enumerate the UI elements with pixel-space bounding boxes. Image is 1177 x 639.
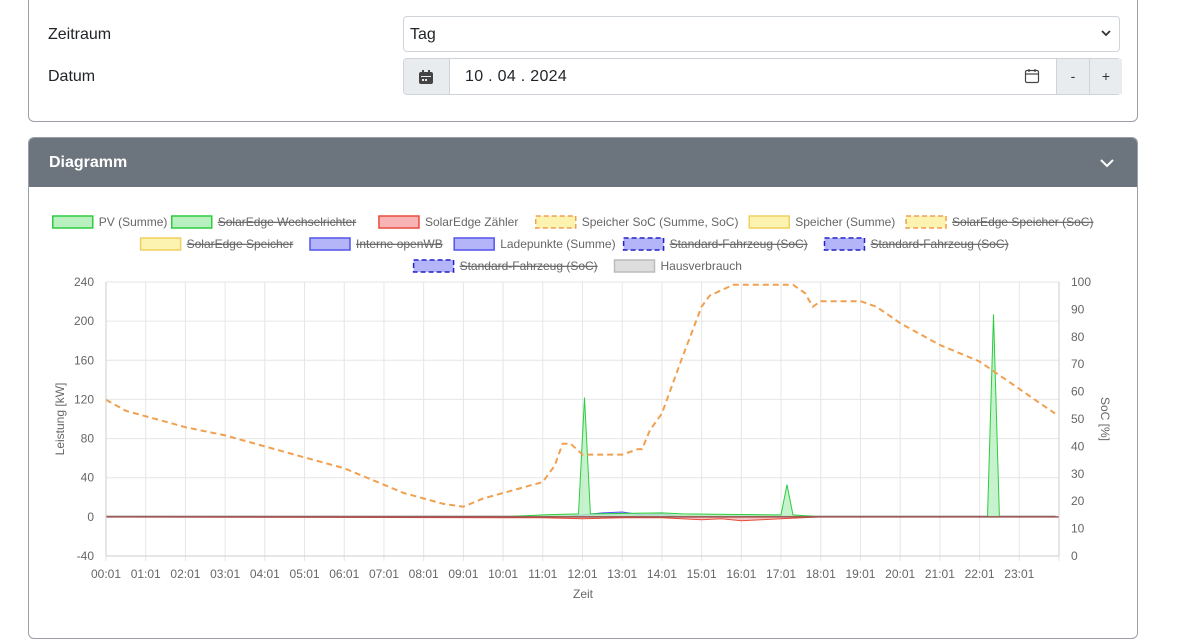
y-tick-label: 120 [74,392,94,406]
y-tick-label: 240 [74,275,94,289]
x-tick-label: 10:01 [488,567,518,581]
y2-axis-title: SoC [%] [1098,397,1112,441]
y2-tick-label: 0 [1071,549,1078,563]
legend-label: SolarEdge Zähler [425,215,518,229]
legend-swatch [378,215,420,229]
x-tick-label: 05:01 [290,567,320,581]
y2-tick-label: 10 [1071,522,1085,536]
x-tick-label: 00:01 [91,567,121,581]
x-tick-label: 12:01 [567,567,597,581]
x-tick-label: 03:01 [210,567,240,581]
x-tick-label: 02:01 [170,567,200,581]
legend-swatch [309,237,351,251]
legend-swatch [171,215,213,229]
legend-item[interactable]: Speicher (Summe) [748,215,895,229]
legend-swatch [52,215,94,229]
legend-label: Standard-Fahrzeug (SoC) [871,237,1009,251]
legend-swatch [613,259,656,273]
legend-swatch [535,215,577,229]
y-tick-label: 200 [74,314,94,328]
x-tick-label: 04:01 [250,567,280,581]
x-tick-label: 18:01 [806,567,836,581]
legend-label: Interne openWB [356,237,443,251]
x-tick-label: 01:01 [131,567,161,581]
legend-label: SolarEdge Speicher (SoC) [952,215,1093,229]
legend-label: Ladepunkte (Summe) [500,237,615,251]
x-tick-label: 19:01 [845,567,875,581]
legend-item[interactable]: SolarEdge Zähler [378,215,518,229]
legend-label: Speicher (Summe) [795,215,895,229]
y2-tick-label: 40 [1071,439,1085,453]
legend-swatch [453,237,495,251]
legend-swatch [823,237,866,251]
x-tick-label: 08:01 [409,567,439,581]
x-tick-label: 23:01 [1004,567,1034,581]
y2-tick-label: 90 [1071,302,1085,316]
x-tick-label: 17:01 [766,567,796,581]
legend-item[interactable]: PV (Summe) [52,215,168,229]
legend-label: PV (Summe) [99,215,168,229]
legend-label: Standard-Fahrzeug (SoC) [670,237,808,251]
legend-item[interactable]: Standard-Fahrzeug (SoC) [622,237,808,251]
legend-item[interactable]: Ladepunkte (Summe) [453,237,616,251]
x-axis-title: Zeit [573,587,594,601]
y-tick-label: -40 [77,549,95,563]
y-axis-title: Leistung [kW] [53,383,67,456]
legend-label: SolarEdge Speicher [187,237,294,251]
y2-tick-label: 30 [1071,467,1085,481]
x-tick-label: 11:01 [528,567,557,581]
legend-item[interactable]: SolarEdge Speicher (SoC) [905,215,1093,229]
y2-tick-label: 80 [1071,330,1085,344]
y-tick-label: 80 [81,432,95,446]
legend-item[interactable]: SolarEdge Wechselrichter [171,215,357,229]
x-tick-label: 22:01 [965,567,995,581]
legend-item[interactable]: Hausverbrauch [613,259,742,273]
y2-tick-label: 50 [1071,412,1085,426]
legend-label: Speicher SoC (Summe, SoC) [582,215,739,229]
legend-label: Hausverbrauch [661,259,742,273]
legend-swatch [622,237,665,251]
y2-tick-label: 70 [1071,357,1085,371]
y2-tick-label: 100 [1071,275,1091,289]
legend-item[interactable]: SolarEdge Speicher [139,237,294,251]
legend-label: SolarEdge Wechselrichter [218,215,357,229]
x-tick-label: 13:01 [607,567,637,581]
legend-item[interactable]: Standard-Fahrzeug (SoC) [412,259,598,273]
x-tick-label: 21:01 [925,567,955,581]
legend-item[interactable]: Standard-Fahrzeug (SoC) [823,237,1009,251]
series-area [105,314,1056,518]
legend-swatch [748,215,790,229]
legend-label: Standard-Fahrzeug (SoC) [460,259,598,273]
y-tick-label: 0 [87,510,94,524]
x-tick-label: 15:01 [687,567,717,581]
y-tick-label: 40 [81,471,95,485]
x-tick-label: 20:01 [885,567,915,581]
legend-swatch [139,237,182,251]
legend-item[interactable]: Interne openWB [309,237,443,251]
legend-swatch [905,215,947,229]
x-tick-label: 06:01 [329,567,359,581]
legend-swatch [412,259,455,273]
x-tick-label: 16:01 [726,567,756,581]
y-tick-label: 160 [74,353,94,367]
energy-chart: PV (Summe) SolarEdge Wechselrichter SolarE… [52,215,1112,601]
y2-tick-label: 60 [1071,385,1085,399]
y2-tick-label: 20 [1071,494,1085,508]
x-tick-label: 09:01 [448,567,478,581]
legend-item[interactable]: Speicher SoC (Summe, SoC) [535,215,739,229]
x-tick-label: 07:01 [369,567,399,581]
x-tick-label: 14:01 [647,567,677,581]
